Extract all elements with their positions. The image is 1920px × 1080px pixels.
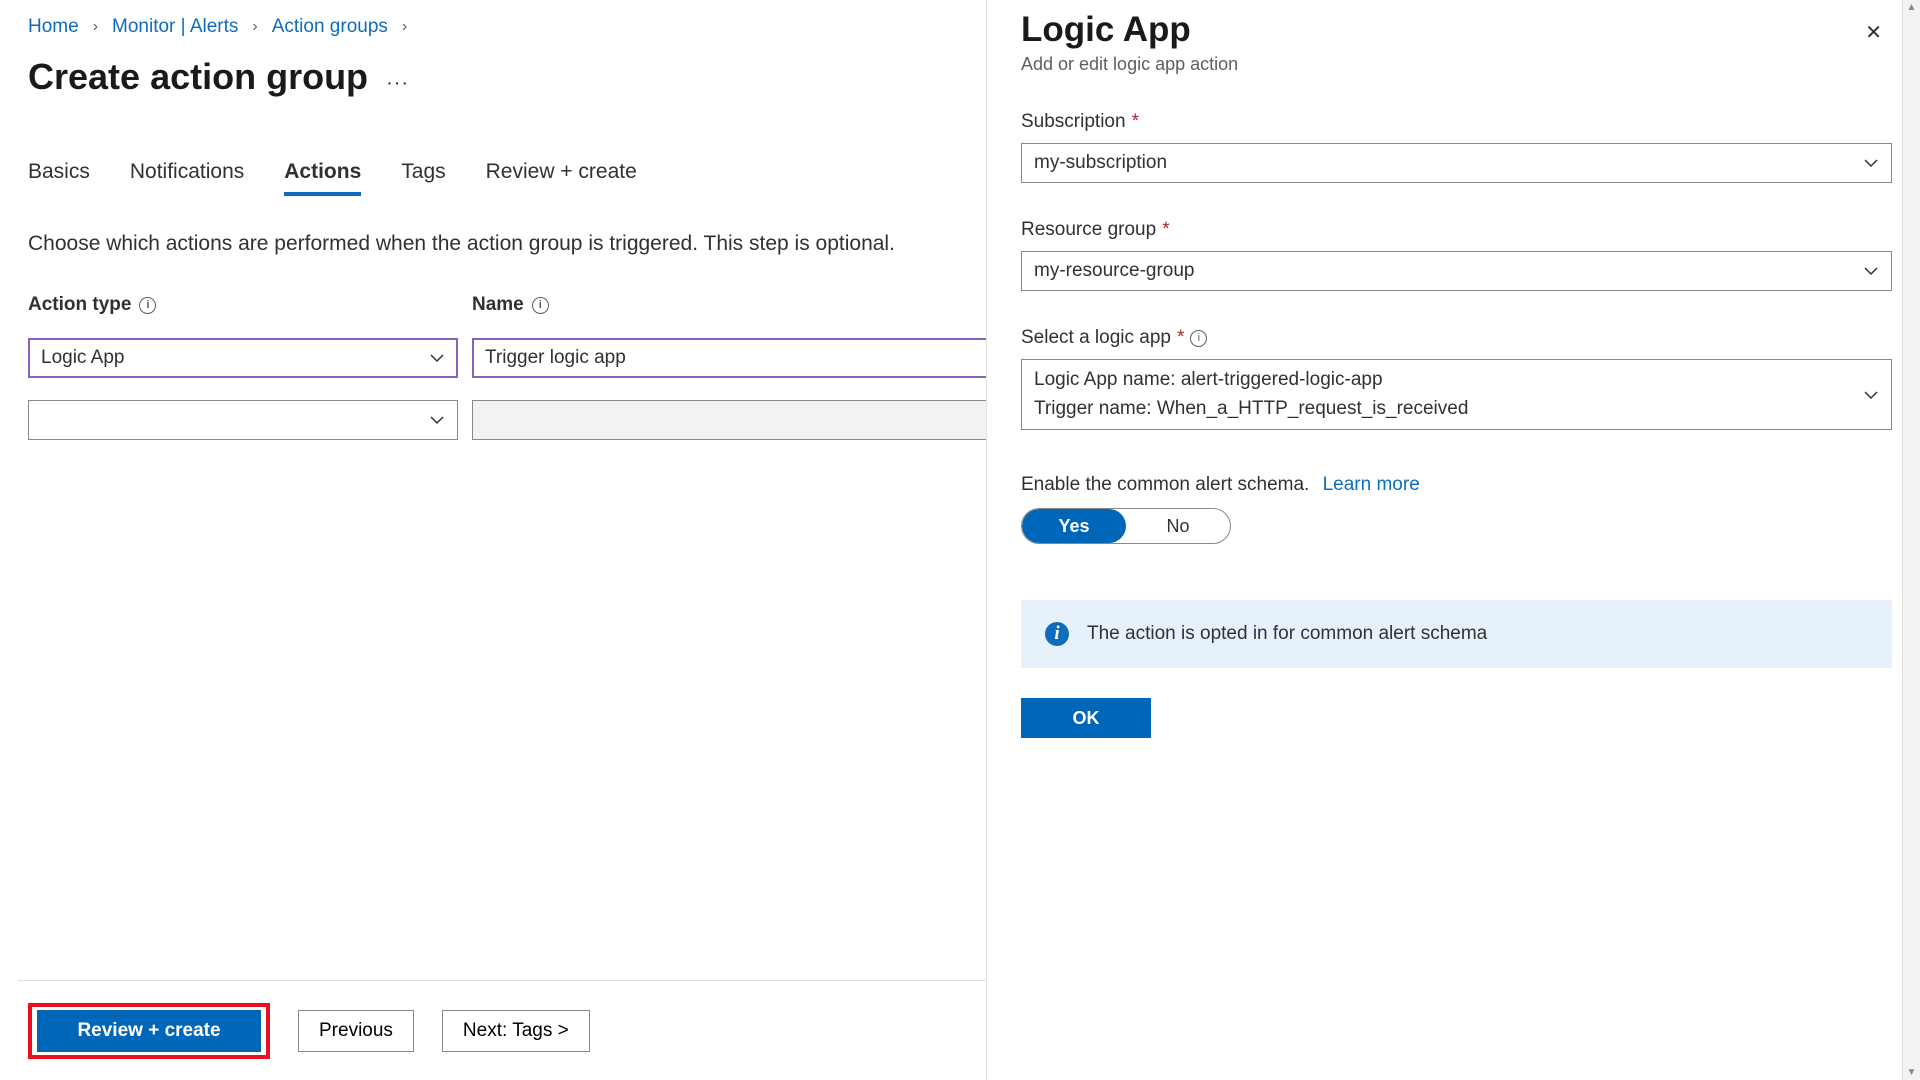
chevron-down-icon xyxy=(1863,387,1879,403)
scroll-down-icon[interactable]: ▼ xyxy=(1907,1065,1917,1080)
trigger-name-line: Trigger name: When_a_HTTP_request_is_rec… xyxy=(1034,395,1468,424)
tab-review-create[interactable]: Review + create xyxy=(486,154,637,196)
breadcrumb-action-groups[interactable]: Action groups xyxy=(272,16,388,38)
resource-group-dropdown[interactable]: my-resource-group xyxy=(1021,251,1892,291)
previous-button[interactable]: Previous xyxy=(298,1010,414,1052)
tab-notifications[interactable]: Notifications xyxy=(130,154,244,196)
highlight-review-create: Review + create xyxy=(28,1003,270,1059)
required-indicator: * xyxy=(1177,327,1184,349)
logic-app-dropdown[interactable]: Logic App name: alert-triggered-logic-ap… xyxy=(1021,359,1892,430)
panel-subtitle: Add or edit logic app action xyxy=(1021,54,1238,75)
info-icon[interactable]: i xyxy=(1190,330,1207,347)
info-icon[interactable]: i xyxy=(532,297,549,314)
panel-title: Logic App xyxy=(1021,10,1238,50)
action-type-dropdown-empty[interactable] xyxy=(28,400,458,440)
subscription-dropdown[interactable]: my-subscription xyxy=(1021,143,1892,183)
next-tags-button[interactable]: Next: Tags > xyxy=(442,1010,590,1052)
col-header-action-type: Action type xyxy=(28,294,131,316)
required-indicator: * xyxy=(1132,111,1139,133)
subscription-label: Subscription xyxy=(1021,111,1126,133)
chevron-right-icon: › xyxy=(252,18,257,36)
ok-button[interactable]: OK xyxy=(1021,698,1151,738)
chevron-down-icon xyxy=(1863,155,1879,171)
action-name-input[interactable]: Trigger logic app ✓ xyxy=(472,338,1032,378)
common-schema-toggle[interactable]: Yes No xyxy=(1021,508,1231,544)
required-indicator: * xyxy=(1162,219,1169,241)
learn-more-link[interactable]: Learn more xyxy=(1323,474,1420,495)
tab-tags[interactable]: Tags xyxy=(401,154,445,196)
select-logic-app-label: Select a logic app xyxy=(1021,327,1171,349)
resource-group-value: my-resource-group xyxy=(1034,260,1195,282)
action-type-value: Logic App xyxy=(41,347,124,369)
page-title: Create action group xyxy=(28,56,368,98)
info-icon[interactable]: i xyxy=(139,297,156,314)
chevron-right-icon: › xyxy=(402,18,407,36)
breadcrumb-home[interactable]: Home xyxy=(28,16,79,38)
toggle-yes[interactable]: Yes xyxy=(1022,509,1126,543)
notice-text: The action is opted in for common alert … xyxy=(1087,623,1487,645)
more-actions-button[interactable]: ··· xyxy=(386,72,409,95)
action-name-value: Trigger logic app xyxy=(485,347,626,369)
info-icon: i xyxy=(1045,622,1069,646)
schema-notice: i The action is opted in for common aler… xyxy=(1021,600,1892,668)
scrollbar[interactable]: ▲ ▼ xyxy=(1902,0,1920,1080)
logic-app-panel: Logic App Add or edit logic app action ✕… xyxy=(986,0,1920,1080)
chevron-right-icon: › xyxy=(93,18,98,36)
review-create-button[interactable]: Review + create xyxy=(37,1010,261,1052)
breadcrumb-monitor-alerts[interactable]: Monitor | Alerts xyxy=(112,16,238,38)
scroll-up-icon[interactable]: ▲ xyxy=(1907,0,1917,15)
subscription-value: my-subscription xyxy=(1034,152,1167,174)
action-type-dropdown[interactable]: Logic App xyxy=(28,338,458,378)
chevron-down-icon xyxy=(429,412,445,428)
tab-actions[interactable]: Actions xyxy=(284,154,361,196)
chevron-down-icon xyxy=(1863,263,1879,279)
tab-basics[interactable]: Basics xyxy=(28,154,90,196)
close-icon[interactable]: ✕ xyxy=(1855,10,1892,55)
toggle-no[interactable]: No xyxy=(1126,509,1230,543)
common-schema-label: Enable the common alert schema. xyxy=(1021,474,1309,495)
resource-group-label: Resource group xyxy=(1021,219,1156,241)
col-header-name: Name xyxy=(472,294,524,316)
logic-app-name-line: Logic App name: alert-triggered-logic-ap… xyxy=(1034,366,1468,395)
action-name-input-disabled xyxy=(472,400,1032,440)
chevron-down-icon xyxy=(429,350,445,366)
